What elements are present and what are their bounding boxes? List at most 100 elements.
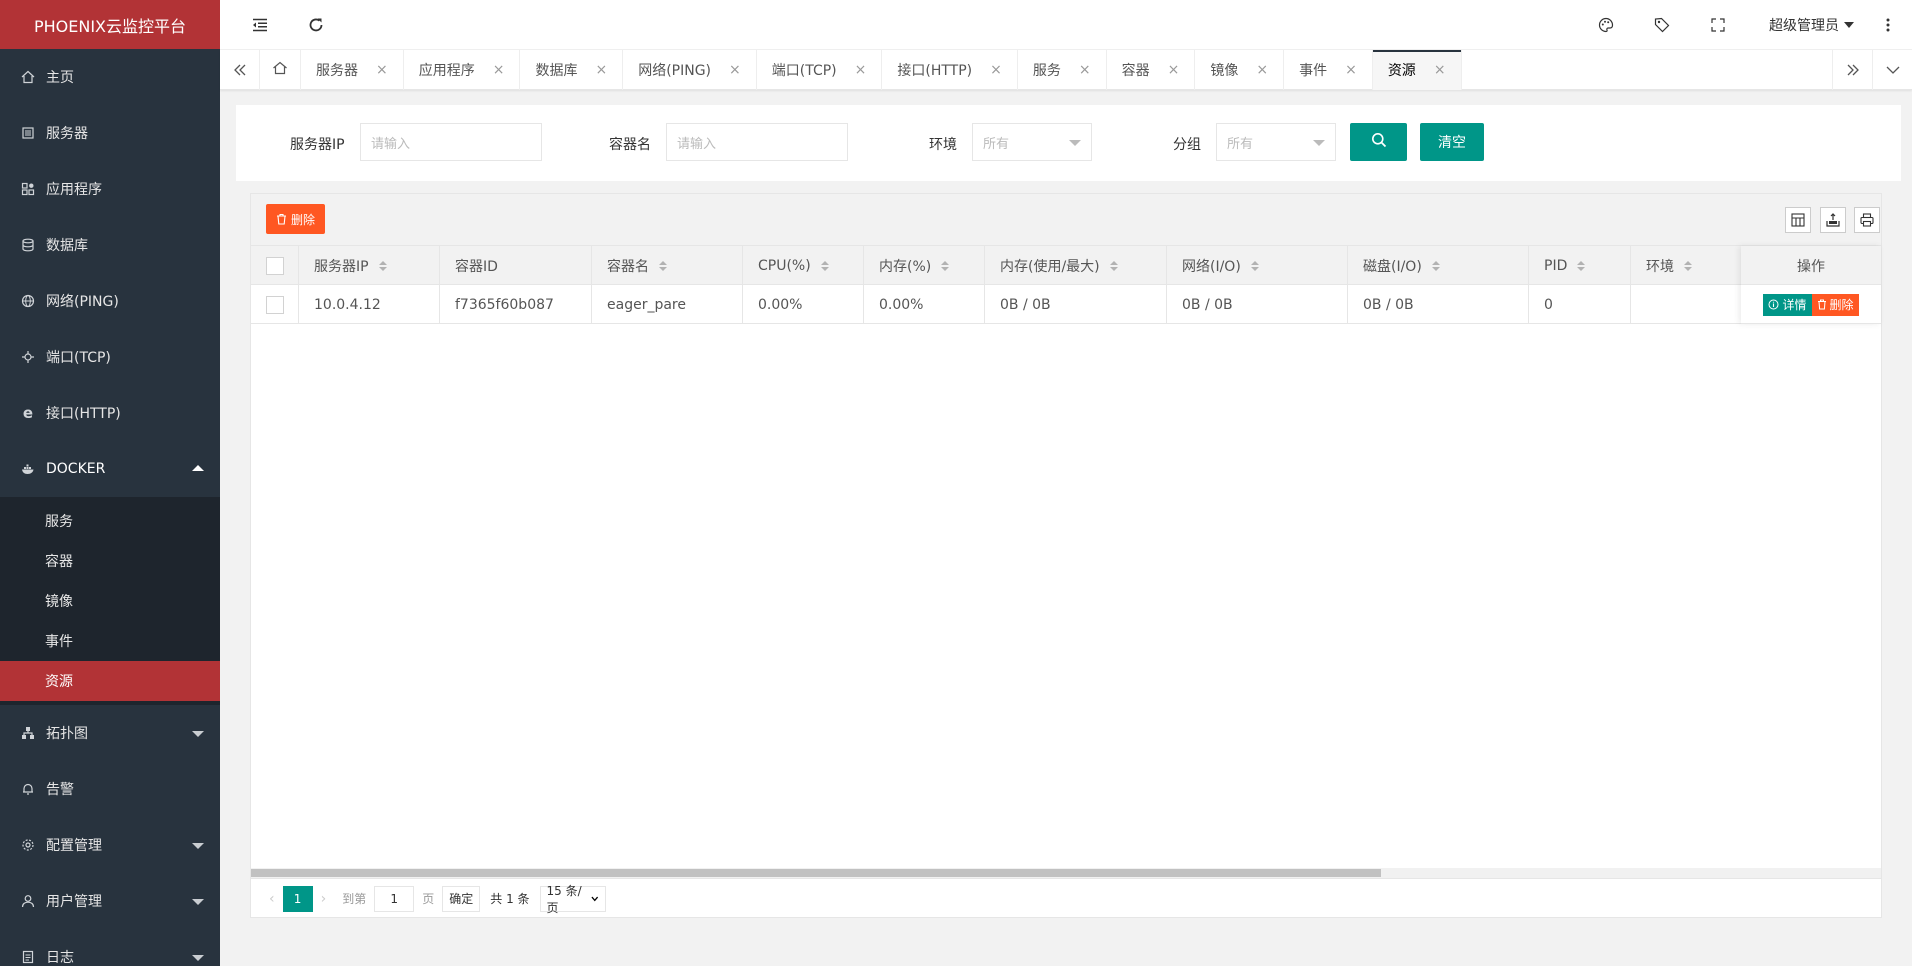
user-menu[interactable]: 超级管理员	[1769, 15, 1854, 35]
tab-event[interactable]: 事件 ×	[1284, 50, 1373, 90]
tab-home[interactable]	[260, 50, 301, 90]
sidebar-item-alarm[interactable]: 告警	[0, 761, 220, 817]
env-select[interactable]: 所有	[972, 123, 1092, 161]
table-horizontal-scrollbar[interactable]	[251, 868, 1881, 878]
sidebar-item-server[interactable]: 服务器	[0, 105, 220, 161]
sidebar-item-ping[interactable]: 网络(PING)	[0, 273, 220, 329]
export-icon[interactable]	[1820, 207, 1846, 233]
tabs-menu-chevron-down-icon[interactable]	[1872, 50, 1912, 90]
sidebar-sub-container[interactable]: 容器	[0, 541, 220, 581]
tab-image[interactable]: 镜像 ×	[1195, 50, 1285, 90]
close-icon[interactable]: ×	[1256, 62, 1268, 78]
close-icon[interactable]: ×	[595, 62, 607, 78]
batch-delete-button[interactable]: 删除	[266, 204, 326, 234]
sort-icon[interactable]	[1109, 260, 1118, 271]
close-icon[interactable]: ×	[376, 62, 388, 78]
scrollbar-thumb[interactable]	[251, 869, 1381, 877]
sort-icon[interactable]	[659, 260, 667, 271]
sort-icon[interactable]	[1577, 260, 1586, 271]
goto-confirm-button[interactable]: 确定	[442, 885, 481, 912]
columns-filter-icon[interactable]	[1785, 207, 1811, 233]
col-env[interactable]: 环境	[1631, 246, 1743, 285]
sidebar-sub-resource[interactable]: 资源	[0, 661, 220, 701]
goto-page-input[interactable]: 1	[374, 885, 415, 912]
sidebar-item-docker[interactable]: DOCKER	[0, 441, 220, 497]
bell-icon	[20, 781, 36, 797]
sidebar-item-label: 主页	[46, 70, 74, 86]
detail-button[interactable]: 详情	[1763, 293, 1812, 316]
sort-icon[interactable]	[941, 260, 950, 271]
close-icon[interactable]: ×	[1434, 62, 1446, 78]
sidebar-item-app[interactable]: 应用程序	[0, 161, 220, 217]
tab-resource[interactable]: 资源 ×	[1372, 50, 1462, 90]
col-label: 网络(I/O)	[1182, 258, 1241, 275]
more-vertical-icon[interactable]	[1878, 15, 1898, 35]
search-button[interactable]	[1350, 123, 1407, 161]
theme-icon[interactable]	[1596, 15, 1616, 35]
tab-service[interactable]: 服务 ×	[1018, 50, 1107, 90]
tab-database[interactable]: 数据库 ×	[520, 50, 624, 90]
sidebar-item-log[interactable]: 日志	[0, 929, 220, 966]
tag-icon[interactable]	[1652, 15, 1672, 35]
table-row[interactable]: 10.0.4.12 f7365f60b087 eager_pare 0.00% …	[251, 285, 1881, 324]
col-mem-percent[interactable]: 内存(%)	[864, 246, 985, 285]
close-icon[interactable]: ×	[1345, 62, 1357, 78]
tab-http[interactable]: 接口(HTTP) ×	[882, 50, 1018, 90]
tabs-scroll-right-icon[interactable]	[1832, 50, 1872, 90]
col-pid[interactable]: PID	[1529, 246, 1631, 285]
chevron-down-icon	[192, 899, 204, 905]
col-mem-usage[interactable]: 内存(使用/最大)	[985, 246, 1167, 285]
row-checkbox[interactable]	[265, 295, 284, 314]
tabs-scroll-left-icon[interactable]	[220, 50, 260, 90]
sidebar-item-home[interactable]: 主页	[0, 49, 220, 105]
menu-fold-icon[interactable]	[250, 15, 270, 35]
container-name-input[interactable]: 请输入	[666, 123, 848, 161]
sidebar-item-config[interactable]: 配置管理	[0, 817, 220, 873]
sidebar-item-http[interactable]: e 接口(HTTP)	[0, 385, 220, 441]
log-icon	[20, 949, 36, 965]
prev-page-icon[interactable]: ‹	[269, 891, 275, 907]
col-container-id[interactable]: 容器ID	[440, 246, 592, 285]
sort-icon[interactable]	[1250, 260, 1259, 271]
sidebar-sub-image[interactable]: 镜像	[0, 581, 220, 621]
col-cpu[interactable]: CPU(%)	[743, 246, 864, 285]
cell-container-name: eager_pare	[592, 285, 743, 324]
refresh-icon[interactable]	[306, 15, 326, 35]
tab-tcp[interactable]: 端口(TCP) ×	[757, 50, 883, 90]
row-delete-button[interactable]: 删除	[1811, 293, 1859, 316]
sidebar-sub-service[interactable]: 服务	[0, 501, 220, 541]
close-icon[interactable]: ×	[990, 62, 1002, 78]
close-icon[interactable]: ×	[1168, 62, 1180, 78]
close-icon[interactable]: ×	[1079, 62, 1091, 78]
close-icon[interactable]: ×	[855, 62, 867, 78]
page-size-select[interactable]: 15 条/页	[539, 884, 606, 915]
sort-icon[interactable]	[820, 260, 829, 271]
col-net-io[interactable]: 网络(I/O)	[1167, 246, 1348, 285]
col-server-ip[interactable]: 服务器IP	[299, 246, 440, 285]
tab-app[interactable]: 应用程序 ×	[404, 50, 521, 90]
next-page-icon[interactable]: ›	[321, 891, 327, 907]
close-icon[interactable]: ×	[493, 62, 505, 78]
sort-icon[interactable]	[378, 260, 387, 271]
sort-icon[interactable]	[1684, 260, 1692, 271]
sidebar-item-database[interactable]: 数据库	[0, 217, 220, 273]
sidebar-item-user[interactable]: 用户管理	[0, 873, 220, 929]
sidebar-item-topology[interactable]: 拓扑图	[0, 705, 220, 761]
server-ip-input[interactable]: 请输入	[360, 123, 542, 161]
group-select[interactable]: 所有	[1216, 123, 1336, 161]
sort-icon[interactable]	[1431, 260, 1440, 271]
col-container-name[interactable]: 容器名	[592, 246, 743, 285]
sidebar-item-tcp[interactable]: 端口(TCP)	[0, 329, 220, 385]
tab-ping[interactable]: 网络(PING) ×	[623, 50, 757, 90]
tab-server[interactable]: 服务器 ×	[301, 50, 404, 90]
clear-button[interactable]: 清空	[1420, 123, 1484, 161]
print-icon[interactable]	[1854, 207, 1880, 233]
select-all-checkbox[interactable]	[265, 256, 284, 275]
close-icon[interactable]: ×	[729, 62, 741, 78]
tab-container[interactable]: 容器 ×	[1107, 50, 1196, 90]
group-select-value: 所有	[1227, 136, 1254, 152]
fullscreen-icon[interactable]	[1708, 15, 1728, 35]
page-1-button[interactable]: 1	[282, 885, 313, 912]
col-disk-io[interactable]: 磁盘(I/O)	[1348, 246, 1529, 285]
sidebar-sub-event[interactable]: 事件	[0, 621, 220, 661]
